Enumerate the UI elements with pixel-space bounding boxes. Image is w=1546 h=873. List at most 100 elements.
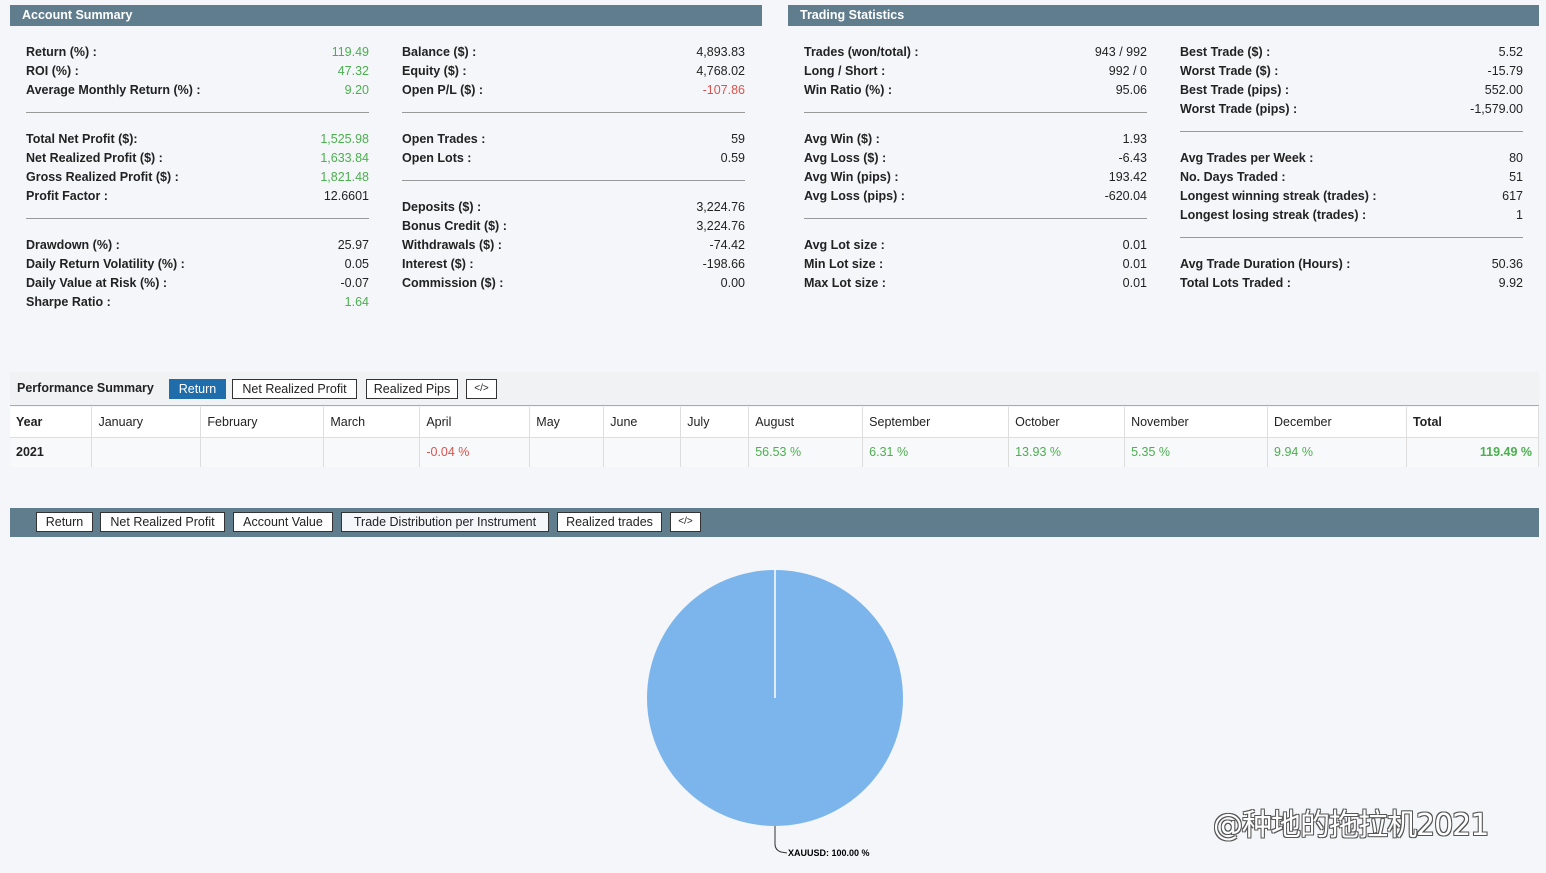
- stat-row: Long / Short : 992 / 0: [804, 61, 1147, 80]
- table-cell: -0.04 %: [419, 437, 531, 467]
- stat-row: Daily Return Volatility (%) : 0.05: [26, 254, 369, 273]
- chart-tab-trade-distribution[interactable]: Trade Distribution per Instrument: [341, 512, 549, 532]
- stat-row: Bonus Credit ($) : 3,224.76: [402, 216, 745, 235]
- column-header: February: [200, 407, 325, 438]
- stat-value: 0.00: [720, 275, 745, 290]
- stat-row: Longest losing streak (trades) : 1: [1180, 205, 1523, 224]
- stat-label: Worst Trade ($) :: [1180, 63, 1279, 78]
- perf-tab-realized-pips[interactable]: Realized Pips: [366, 379, 458, 399]
- stat-value: 51: [1509, 169, 1523, 184]
- chart-tab-return[interactable]: Return: [36, 512, 93, 532]
- watermark: @种地的拖拉机2021: [1213, 808, 1489, 843]
- stat-value: 9.20: [344, 82, 369, 97]
- section-divider: [1180, 237, 1523, 238]
- stat-label: Balance ($) :: [402, 44, 477, 59]
- table-cell: [200, 437, 325, 467]
- perf-tab-return[interactable]: Return: [169, 379, 226, 399]
- stat-label: Drawdown (%) :: [26, 237, 120, 252]
- stat-row: Avg Loss (pips) : -620.04: [804, 186, 1147, 205]
- stat-label: Profit Factor :: [26, 188, 108, 203]
- column-header: December: [1267, 407, 1407, 438]
- stat-label: Avg Lot size :: [804, 237, 885, 252]
- stat-value: 1.93: [1122, 131, 1147, 146]
- perf-tab-net-realized-profit[interactable]: Net Realized Profit: [232, 379, 357, 399]
- perf-tab-embed-code[interactable]: </>: [466, 379, 497, 399]
- stat-value: 95.06: [1115, 82, 1147, 97]
- stat-value: 1.64: [344, 294, 369, 309]
- column-header: June: [603, 407, 682, 438]
- column-header: April: [419, 407, 531, 438]
- stat-value: 1,821.48: [320, 169, 369, 184]
- stat-row: Best Trade ($) : 5.52: [1180, 42, 1523, 61]
- stat-label: Win Ratio (%) :: [804, 82, 893, 97]
- section-divider: [804, 218, 1147, 219]
- stat-row: Trades (won/total) : 943 / 992: [804, 42, 1147, 61]
- stat-value: 3,224.76: [696, 199, 745, 214]
- stat-value: 9.92: [1498, 275, 1523, 290]
- chart-tab-net-realized-profit[interactable]: Net Realized Profit: [100, 512, 225, 532]
- stat-value: 1: [1516, 207, 1523, 222]
- stat-label: Open Trades :: [402, 131, 486, 146]
- table-header-row: Year January February March April May June July…: [10, 407, 1540, 438]
- stat-label: Interest ($) :: [402, 256, 474, 271]
- table-cell: 6.31 %: [862, 437, 1010, 467]
- stat-value: 25.97: [337, 237, 369, 252]
- stat-label: Trades (won/total) :: [804, 44, 919, 59]
- stat-row: Longest winning streak (trades) : 617: [1180, 186, 1523, 205]
- stat-value: -1,579.00: [1470, 101, 1523, 116]
- stat-label: Max Lot size :: [804, 275, 886, 290]
- chart-tab-realized-trades[interactable]: Realized trades: [557, 512, 662, 532]
- stat-value: -107.86: [702, 82, 745, 97]
- stat-row: Withdrawals ($) : -74.42: [402, 235, 745, 254]
- stat-label: Open Lots :: [402, 150, 472, 165]
- stat-row: Equity ($) : 4,768.02: [402, 61, 745, 80]
- stat-value: -198.66: [702, 256, 745, 271]
- stat-value: 59: [731, 131, 745, 146]
- column-header: January: [91, 407, 202, 438]
- stat-row: Total Net Profit ($): 1,525.98: [26, 129, 369, 148]
- stat-label: Best Trade (pips) :: [1180, 82, 1290, 97]
- account-summary-column-2: Balance ($) : 4,893.83 Equity ($) : 4,768.0…: [402, 42, 745, 292]
- stat-label: Avg Trades per Week :: [1180, 150, 1314, 165]
- stat-label: Avg Loss (pips) :: [804, 188, 905, 203]
- table-cell: 56.53 %: [748, 437, 864, 467]
- stat-label: No. Days Traded :: [1180, 169, 1286, 184]
- stat-row: Min Lot size : 0.01: [804, 254, 1147, 273]
- stat-label: Min Lot size :: [804, 256, 884, 271]
- stat-label: Total Lots Traded :: [1180, 275, 1291, 290]
- stat-label: Total Net Profit ($):: [26, 131, 138, 146]
- table-cell: 2021: [10, 437, 93, 467]
- stat-value: -620.04: [1104, 188, 1147, 203]
- stat-row: Gross Realized Profit ($) : 1,821.48: [26, 167, 369, 186]
- stat-label: Daily Return Volatility (%) :: [26, 256, 185, 271]
- stat-row: Interest ($) : -198.66: [402, 254, 745, 273]
- stat-row: Balance ($) : 4,893.83: [402, 42, 745, 61]
- stat-label: Deposits ($) :: [402, 199, 482, 214]
- stat-label: Gross Realized Profit ($) :: [26, 169, 179, 184]
- stat-label: Return (%) :: [26, 44, 97, 59]
- stat-value: 0.01: [1122, 256, 1147, 271]
- column-header: Year: [10, 407, 93, 438]
- stat-value: 47.32: [337, 63, 369, 78]
- stat-value: 552.00: [1484, 82, 1523, 97]
- table-cell: [323, 437, 421, 467]
- stat-row: Open Trades : 59: [402, 129, 745, 148]
- chart-tab-embed-code[interactable]: </>: [670, 512, 701, 532]
- stat-value: 0.01: [1122, 275, 1147, 290]
- section-divider: [402, 112, 745, 113]
- stat-label: Average Monthly Return (%) :: [26, 82, 201, 97]
- chart-tab-account-value[interactable]: Account Value: [233, 512, 333, 532]
- stat-label: Sharpe Ratio :: [26, 294, 111, 309]
- column-header: July: [680, 407, 750, 438]
- stat-value: 1,525.98: [320, 131, 369, 146]
- stat-row: Best Trade (pips) : 552.00: [1180, 80, 1523, 99]
- stat-label: Longest losing streak (trades) :: [1180, 207, 1367, 222]
- column-header: October: [1008, 407, 1126, 438]
- stat-value: 0.59: [720, 150, 745, 165]
- table-cell: 5.35 %: [1124, 437, 1269, 467]
- stat-value: 1,633.84: [320, 150, 369, 165]
- stat-label: Worst Trade (pips) :: [1180, 101, 1298, 116]
- stat-label: Avg Win ($) :: [804, 131, 880, 146]
- stat-label: Equity ($) :: [402, 63, 467, 78]
- stat-row: Worst Trade (pips) : -1,579.00: [1180, 99, 1523, 118]
